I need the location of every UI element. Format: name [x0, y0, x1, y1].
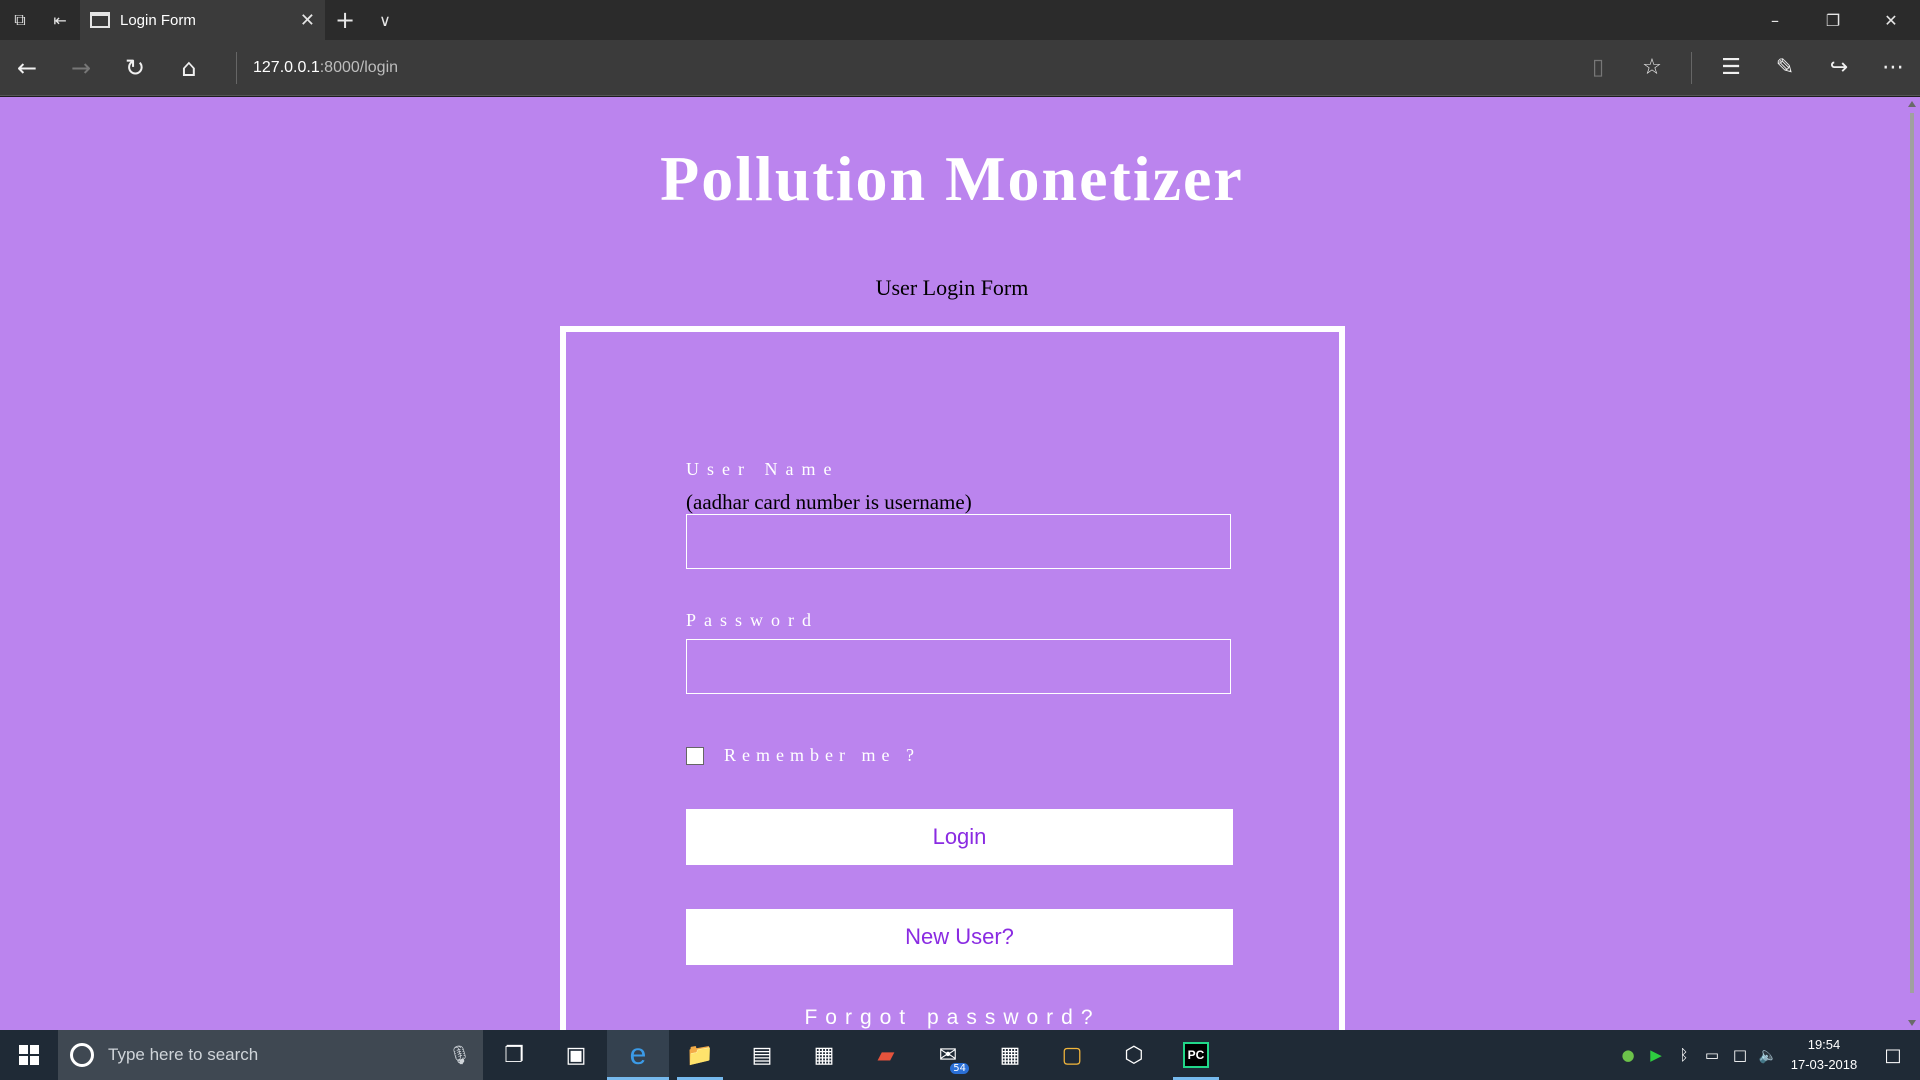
edge-browser-icon[interactable]: e	[607, 1030, 669, 1080]
restore-button[interactable]: ❐	[1804, 0, 1862, 40]
remember-me-row: Remember me ?	[686, 745, 920, 766]
calculator-icon[interactable]: ▦	[979, 1030, 1041, 1080]
mail-icon[interactable]: ✉ 54	[917, 1030, 979, 1080]
username-input[interactable]	[686, 514, 1231, 569]
scroll-down-arrow-icon[interactable]	[1908, 1020, 1916, 1026]
bluetooth-icon[interactable]: ᛒ	[1670, 1046, 1698, 1064]
minimize-button[interactable]: –	[1746, 0, 1804, 40]
scroll-up-arrow-icon[interactable]	[1908, 101, 1916, 107]
form-heading: User Login Form	[875, 275, 1029, 300]
password-input[interactable]	[686, 639, 1231, 694]
address-bar[interactable]: 127.0.0.1:8000/login	[236, 51, 399, 84]
close-window-button[interactable]: ✕	[1862, 0, 1920, 40]
clock-date: 17-03-2018	[1790, 1057, 1858, 1072]
new-tab-button[interactable]: +	[325, 0, 365, 40]
window-controls: – ❐ ✕	[1746, 0, 1920, 40]
tab-title: Login Form	[120, 11, 196, 29]
mail-unread-badge: 54	[950, 1063, 969, 1074]
tab-close-icon[interactable]: ✕	[300, 10, 315, 31]
store-icon[interactable]: ▦	[793, 1030, 855, 1080]
windows-logo-icon	[19, 1045, 39, 1065]
mysql-icon[interactable]: ▣	[545, 1030, 607, 1080]
taskbar-clock[interactable]: 19:54 17-03-2018	[1782, 1035, 1866, 1075]
address-toolbar: ← → ↻ ⌂ 127.0.0.1:8000/login ▯ ☆ ☰ ✎ ↪ ⋯	[0, 40, 1920, 96]
clock-time: 19:54	[1807, 1037, 1841, 1052]
page-title: Pollution Monetizer	[660, 143, 1244, 214]
file-explorer-icon[interactable]: 📁	[669, 1030, 731, 1080]
username-label: User Name	[686, 459, 840, 479]
pycharm-icon[interactable]: PC	[1165, 1030, 1227, 1080]
toolbar-divider	[1691, 51, 1692, 84]
login-form: User Name (aadhar card number is usernam…	[560, 326, 1345, 1030]
more-options-icon[interactable]: ⋯	[1866, 40, 1920, 96]
url-host: 127.0.0.1	[253, 58, 320, 76]
taskbar-search[interactable]: Type here to search 🎙	[58, 1030, 483, 1080]
battery-icon[interactable]: ▭	[1698, 1046, 1726, 1064]
vertical-scrollbar[interactable]	[1904, 97, 1920, 1030]
pycharm-glyph: PC	[1182, 1042, 1210, 1068]
page-icon	[90, 12, 110, 28]
toolbar-actions: ▯ ☆ ☰ ✎ ↪ ⋯	[1571, 40, 1920, 96]
notifications-icon[interactable]: □	[1866, 1030, 1920, 1080]
wps-icon[interactable]: ▰	[855, 1030, 917, 1080]
tab-preview-icon[interactable]: ⧉	[0, 0, 40, 40]
set-aside-tabs-icon[interactable]: ⇤	[40, 0, 80, 40]
browser-tab-login-form[interactable]: Login Form ✕	[80, 0, 325, 40]
favorites-hub-icon[interactable]: ☰	[1704, 40, 1758, 96]
virtualbox-icon[interactable]: ⬡	[1103, 1030, 1165, 1080]
username-hint: (aadhar card number is username)	[686, 490, 972, 514]
edge-glyph: e	[629, 1038, 647, 1071]
tab-list-chevron-icon[interactable]: ∨	[365, 0, 405, 40]
new-user-button[interactable]: New User?	[686, 909, 1233, 965]
network-icon[interactable]: □	[1726, 1046, 1754, 1064]
app-icon[interactable]: ▤	[731, 1030, 793, 1080]
task-view-icon[interactable]: ❐	[483, 1030, 545, 1080]
web-notes-icon[interactable]: ✎	[1758, 40, 1812, 96]
share-icon[interactable]: ↪	[1812, 40, 1866, 96]
volume-icon[interactable]: 🔈	[1754, 1046, 1782, 1064]
page-viewport: Pollution Monetizer User Login Form User…	[0, 97, 1920, 1030]
start-button[interactable]	[0, 1030, 58, 1080]
reading-view-icon[interactable]: ▯	[1571, 40, 1625, 96]
login-button[interactable]: Login	[686, 809, 1233, 865]
favorite-star-icon[interactable]: ☆	[1625, 40, 1679, 96]
remember-me-label: Remember me ?	[724, 745, 920, 765]
tray-app-icon[interactable]: ●	[1614, 1046, 1642, 1064]
forgot-password-link[interactable]: Forgot password?	[566, 1006, 1339, 1030]
outlook-icon[interactable]: ▢	[1041, 1030, 1103, 1080]
refresh-button[interactable]: ↻	[108, 40, 162, 96]
cortana-icon	[70, 1043, 94, 1067]
remember-me-checkbox[interactable]	[686, 746, 704, 765]
password-label: Password	[686, 610, 820, 630]
browser-tab-bar: ⧉ ⇤ Login Form ✕ + ∨ – ❐ ✕	[0, 0, 1920, 40]
tray-flag-icon[interactable]: ▶	[1642, 1046, 1670, 1064]
url-path: :8000/login	[319, 58, 399, 76]
search-placeholder: Type here to search	[108, 1045, 259, 1064]
windows-taskbar: Type here to search 🎙 ❐ ▣ e 📁 ▤ ▦ ▰ ✉ 54…	[0, 1030, 1920, 1080]
microphone-icon[interactable]: 🎙	[448, 1045, 471, 1066]
system-tray: ● ▶ ᛒ ▭ □ 🔈 19:54 17-03-2018 □	[1614, 1030, 1920, 1080]
scrollbar-thumb[interactable]	[1910, 113, 1914, 993]
back-button[interactable]: ←	[0, 40, 54, 96]
home-button[interactable]: ⌂	[162, 40, 216, 96]
forward-button[interactable]: →	[54, 40, 108, 96]
